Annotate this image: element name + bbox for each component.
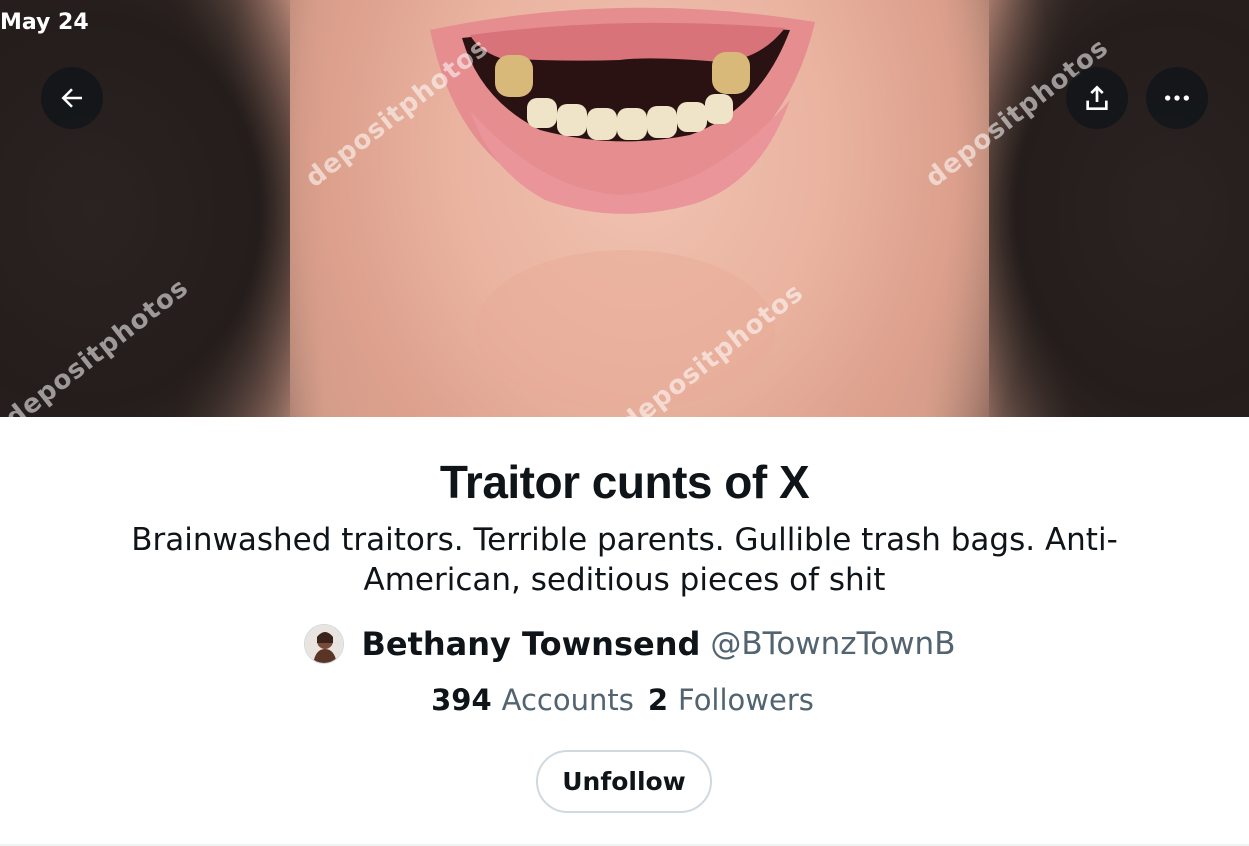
owner-handle[interactable]: @BTownzTownB: [710, 626, 955, 662]
back-button[interactable]: [41, 67, 103, 129]
list-title: Traitor cunts of X: [439, 456, 810, 508]
owner-avatar-image: [304, 625, 343, 663]
ellipsis-horizontal-icon: [1165, 95, 1189, 101]
list-page: depositphotos depositphotos depositphoto…: [0, 0, 1249, 846]
followers-label[interactable]: Followers: [678, 683, 814, 717]
more-options-button[interactable]: [1146, 67, 1208, 129]
members-label[interactable]: Accounts: [502, 683, 634, 717]
unfollow-button[interactable]: Unfollow: [536, 750, 712, 813]
followers-count[interactable]: 2: [648, 683, 668, 717]
members-count[interactable]: 394: [431, 683, 492, 717]
list-banner-image: depositphotos depositphotos depositphoto…: [0, 0, 1249, 417]
arrow-left-icon: [61, 88, 82, 108]
share-upload-icon: [1086, 85, 1108, 110]
owner-name[interactable]: Bethany Townsend: [362, 625, 701, 663]
share-button[interactable]: [1066, 67, 1128, 129]
list-stats: 394 Accounts 2 Followers: [0, 683, 1249, 717]
list-owner[interactable]: Bethany Townsend @BTownzTownB: [0, 624, 1249, 664]
avatar[interactable]: [303, 624, 344, 664]
status-bar-date: May 24: [0, 10, 89, 35]
list-description: Brainwashed traitors. Terrible parents. …: [131, 522, 1118, 598]
